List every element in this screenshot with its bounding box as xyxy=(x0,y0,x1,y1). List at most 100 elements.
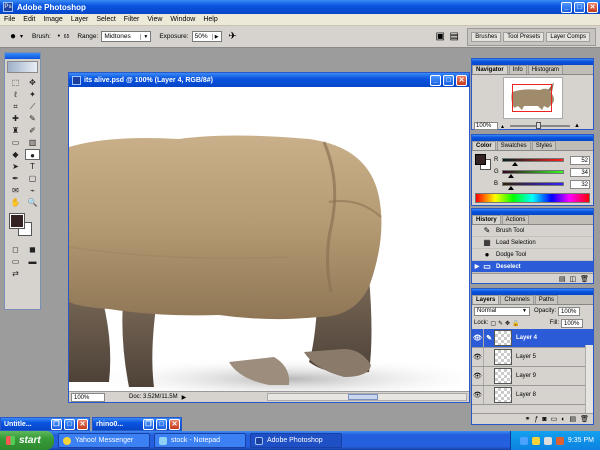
brush-size[interactable]: 65 xyxy=(64,34,70,40)
menu-image[interactable]: Image xyxy=(39,16,66,23)
marquee-tool-icon[interactable]: ⬚ xyxy=(8,77,23,88)
status-menu-icon[interactable]: ▶ xyxy=(182,394,187,401)
healing-brush-tool-icon[interactable]: ✚ xyxy=(8,113,23,124)
network-icon[interactable] xyxy=(543,436,552,445)
tab-styles[interactable]: Styles xyxy=(531,141,557,150)
layer-row[interactable]: 👁 Layer 9 xyxy=(472,367,593,386)
history-item[interactable]: ▦ Load Selection xyxy=(472,237,593,249)
dodge-tool-icon[interactable]: ● xyxy=(25,149,40,160)
zoom-field[interactable]: 100% xyxy=(71,392,105,402)
history-item[interactable]: ✎ Brush Tool xyxy=(472,225,593,237)
red-slider-knob[interactable] xyxy=(512,162,519,166)
hand-tool-icon[interactable]: ✋ xyxy=(8,197,23,208)
eye-icon[interactable]: 👁 xyxy=(472,386,484,404)
toolbox-title-bar[interactable] xyxy=(5,53,40,59)
zoom-in-icon[interactable]: ▲ xyxy=(574,123,580,129)
green-slider-knob[interactable] xyxy=(508,174,515,178)
tab-channels[interactable]: Channels xyxy=(500,295,534,304)
crop-tool-icon[interactable]: ⌗ xyxy=(8,101,23,112)
new-layer-icon[interactable]: ▤ xyxy=(569,415,576,423)
lock-options-icon[interactable]: ▢✎✥🔒 xyxy=(490,320,521,327)
standard-screen-icon[interactable]: ▭ xyxy=(8,256,23,267)
blue-slider-knob[interactable] xyxy=(508,186,515,190)
path-selection-tool-icon[interactable]: ➤ xyxy=(8,161,23,172)
eye-icon[interactable]: 👁 xyxy=(472,367,484,385)
menu-filter[interactable]: Filter xyxy=(120,16,144,23)
maximize-button[interactable]: □ xyxy=(574,1,585,13)
well-tab-tool-presets[interactable]: Tool Presets xyxy=(503,31,545,42)
close-button[interactable]: ✕ xyxy=(169,418,180,430)
airbrush-icon[interactable]: ✈ xyxy=(226,30,240,44)
well-tab-layer-comps[interactable]: Layer Comps xyxy=(546,31,590,42)
eraser-tool-icon[interactable]: ▭ xyxy=(8,137,23,148)
trash-icon[interactable]: 🗑 xyxy=(580,415,589,423)
tab-info[interactable]: Info xyxy=(508,65,527,74)
move-tool-icon[interactable]: ✥ xyxy=(25,77,40,88)
menu-edit[interactable]: Edit xyxy=(19,16,39,23)
scroll-thumb[interactable] xyxy=(348,394,378,400)
new-adjustment-icon[interactable]: ◐ xyxy=(561,416,565,423)
slice-tool-icon[interactable]: ⟋ xyxy=(25,101,40,112)
layers-scrollbar[interactable] xyxy=(585,345,593,413)
maximize-button[interactable]: □ xyxy=(64,418,75,430)
magic-wand-tool-icon[interactable]: ✦ xyxy=(25,89,40,100)
horizontal-scrollbar[interactable] xyxy=(267,393,467,401)
clone-stamp-tool-icon[interactable]: ♜ xyxy=(8,125,23,136)
well-tab-brushes[interactable]: Brushes xyxy=(471,31,502,42)
color-spectrum-bar[interactable] xyxy=(475,193,590,203)
tool-preset-dropdown-icon[interactable]: ▾ xyxy=(20,33,26,40)
palette-toggle-icon[interactable]: ▤ xyxy=(447,30,461,44)
eye-icon[interactable]: 👁 xyxy=(472,329,484,347)
restore-button[interactable]: ❐ xyxy=(143,418,154,430)
doc-maximize-button[interactable]: □ xyxy=(443,74,454,86)
tab-layers[interactable]: Layers xyxy=(472,295,500,304)
image-canvas[interactable] xyxy=(69,87,469,392)
imageready-icon[interactable]: ⇄ xyxy=(8,268,23,279)
zoom-tool-icon[interactable]: 🔍 xyxy=(25,197,40,208)
menu-view[interactable]: View xyxy=(143,16,166,23)
security-icon[interactable] xyxy=(555,436,564,445)
link-layers-icon[interactable]: ⚭ xyxy=(525,415,531,423)
pen-tool-icon[interactable]: ✒ xyxy=(8,173,23,184)
tab-histogram[interactable]: Histogram xyxy=(527,65,564,74)
tab-color[interactable]: Color xyxy=(472,141,496,150)
navigator-preview[interactable] xyxy=(502,77,563,119)
range-select[interactable]: Midtones ▼ xyxy=(101,31,152,42)
close-button[interactable]: ✕ xyxy=(77,418,88,430)
blur-tool-icon[interactable]: ◆ xyxy=(8,149,23,160)
eyedropper-tool-icon[interactable]: ⌁ xyxy=(25,185,40,196)
layer-style-icon[interactable]: ƒ xyxy=(534,416,538,423)
layer-row[interactable]: 👁 ✎ Layer 4 xyxy=(472,329,593,348)
view-box[interactable] xyxy=(511,84,552,112)
layer-row[interactable]: 👁 Layer 5 xyxy=(472,348,593,367)
doc-minimize-button[interactable]: _ xyxy=(430,74,441,86)
tab-actions[interactable]: Actions xyxy=(501,215,530,224)
new-document-from-state-icon[interactable]: ▤ xyxy=(559,275,566,283)
tool-preset-icon[interactable]: ● xyxy=(6,30,20,44)
blend-mode-select[interactable]: Normal ▼ xyxy=(474,306,530,316)
foreground-color-swatch[interactable] xyxy=(9,213,25,229)
document-title-bar[interactable]: its alive.psd @ 100% (Layer 4, RGB/8#) _… xyxy=(69,73,469,87)
fill-field[interactable]: 100% xyxy=(561,318,583,328)
color-foreground-swatch[interactable] xyxy=(475,154,486,165)
menu-help[interactable]: Help xyxy=(199,16,221,23)
history-item[interactable]: ▶ ▭ Deselect xyxy=(472,261,593,273)
navigator-zoom[interactable]: 100% xyxy=(474,122,498,130)
red-value[interactable]: 52 xyxy=(570,155,590,165)
history-item[interactable]: ● Dodge Tool xyxy=(472,249,593,261)
restore-button[interactable]: ❐ xyxy=(51,418,62,430)
opacity-field[interactable]: 100% xyxy=(558,306,581,316)
blue-value[interactable]: 32 xyxy=(570,179,590,189)
brush-picker[interactable]: • xyxy=(54,30,64,44)
layer-mask-icon[interactable]: ◙ xyxy=(542,416,546,423)
standard-mode-icon[interactable]: ◻ xyxy=(8,244,23,255)
history-brush-tool-icon[interactable]: ✐ xyxy=(25,125,40,136)
green-slider[interactable] xyxy=(502,170,564,178)
taskbar-button-yahoo-messenger[interactable]: Yahoo! Messenger xyxy=(58,433,150,448)
close-button[interactable]: ✕ xyxy=(587,1,598,13)
start-button[interactable]: start xyxy=(0,431,54,450)
brush-tool-icon[interactable]: ✎ xyxy=(25,113,40,124)
taskbar-button-photoshop[interactable]: Adobe Photoshop xyxy=(250,433,342,448)
zoom-slider[interactable] xyxy=(510,122,571,129)
zoom-slider-knob[interactable] xyxy=(536,122,542,129)
